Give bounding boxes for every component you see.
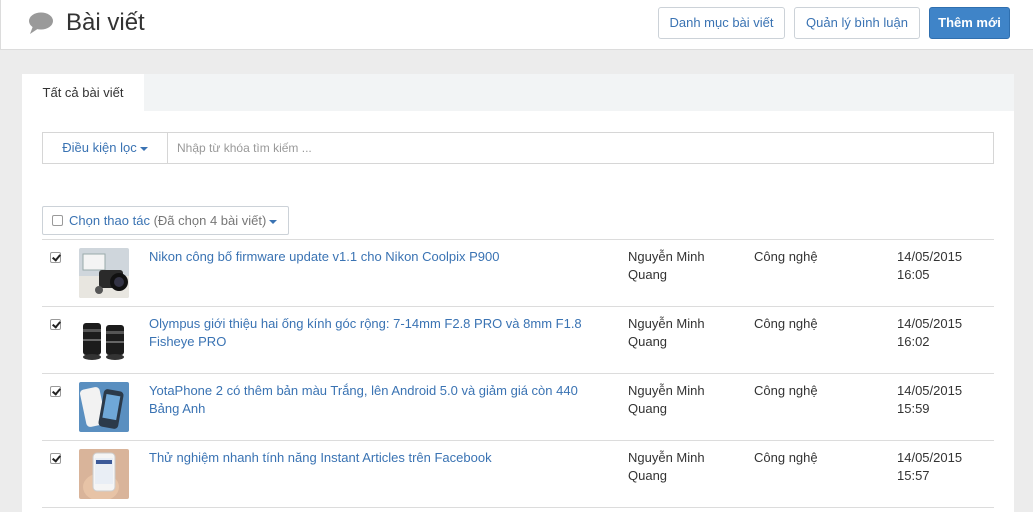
tab-all-posts[interactable]: Tất cả bài viết [22,74,144,112]
caret-down-icon [139,146,148,151]
post-thumbnail-phone[interactable] [79,382,129,432]
bulk-action-label: Chọn thao tác [69,213,150,228]
post-title-link[interactable]: Olympus giới thiệu hai ống kính góc rộng… [149,315,599,351]
post-datetime: 14/05/2015 15:57 [897,449,962,485]
post-title-link[interactable]: Nikon công bố firmware update v1.1 cho N… [149,248,599,266]
row-checkbox[interactable] [50,386,61,397]
post-author: Nguyễn Minh Quang [628,450,705,483]
table-row: Olympus giới thiệu hai ống kính góc rộng… [42,306,994,373]
selected-count: (Đã chọn 4 bài viết) [153,213,267,228]
post-time: 15:59 [897,401,930,416]
post-category: Công nghệ [754,249,818,264]
post-date: 14/05/2015 [897,316,963,331]
post-date: 14/05/2015 [897,383,963,398]
select-all-checkbox[interactable] [52,215,63,226]
post-datetime: 14/05/2015 15:59 [897,382,962,418]
post-datetime: 14/05/2015 16:05 [897,248,962,284]
post-thumbnail-camera[interactable] [79,248,129,298]
row-checkbox[interactable] [50,252,61,263]
top-header: Bài viết Danh mục bài viết Quản lý bình … [0,0,1033,50]
post-date: 14/05/2015 [897,450,963,465]
row-checkbox[interactable] [50,319,61,330]
post-date: 14/05/2015 [897,249,963,264]
manage-comments-button[interactable]: Quản lý bình luận [794,7,920,39]
post-author: Nguyễn Minh Quang [628,383,705,416]
filter-conditions-dropdown[interactable]: Điều kiện lọc [43,133,168,163]
post-time: 15:57 [897,468,930,483]
row-checkbox[interactable] [50,453,61,464]
filter-conditions-label: Điều kiện lọc [62,140,137,155]
table-row: Nikon công bố firmware update v1.1 cho N… [42,239,994,306]
post-datetime: 14/05/2015 16:02 [897,315,962,351]
post-category: Công nghệ [754,316,818,331]
post-title-link[interactable]: Thử nghiệm nhanh tính năng Instant Artic… [149,449,599,467]
post-thumbnail-hand-phone[interactable] [79,449,129,499]
list-divider [42,507,994,508]
filter-bar: Điều kiện lọc [42,132,994,164]
post-category: Công nghệ [754,383,818,398]
caret-down-icon [269,219,278,224]
post-title-link[interactable]: YotaPhone 2 có thêm bản màu Trắng, lên A… [149,382,599,418]
chat-bubble-icon [29,12,53,34]
post-time: 16:02 [897,334,930,349]
page-title: Bài viết [66,9,145,36]
table-row: Thử nghiệm nhanh tính năng Instant Artic… [42,440,994,507]
table-row: YotaPhone 2 có thêm bản màu Trắng, lên A… [42,373,994,440]
posts-panel: Tất cả bài viết Điều kiện lọc Chọn thao … [22,74,1014,512]
tab-bar: Tất cả bài viết [22,74,1014,112]
bulk-action-dropdown[interactable]: Chọn thao tác (Đã chọn 4 bài viết) [42,206,289,235]
add-new-button[interactable]: Thêm mới [929,7,1010,39]
post-author: Nguyễn Minh Quang [628,316,705,349]
post-author: Nguyễn Minh Quang [628,249,705,282]
post-category: Công nghệ [754,450,818,465]
posts-list: Nikon công bố firmware update v1.1 cho N… [42,239,994,508]
post-categories-button[interactable]: Danh mục bài viết [658,7,785,39]
post-time: 16:05 [897,267,930,282]
search-input[interactable] [169,133,993,163]
post-thumbnail-lens[interactable] [79,315,129,365]
